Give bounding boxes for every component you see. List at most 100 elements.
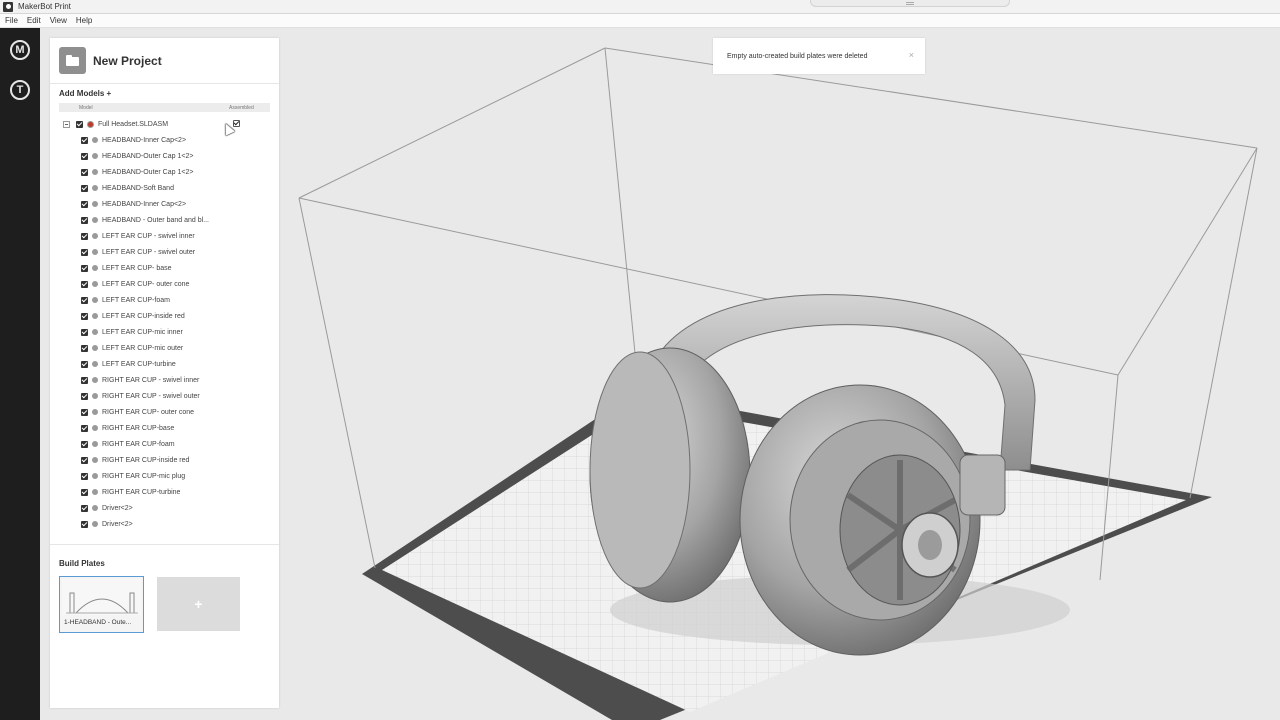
model-list-item[interactable]: HEADBAND - Outer band and bl...: [81, 212, 209, 228]
model-list-item[interactable]: LEFT EAR CUP-turbine: [81, 356, 176, 372]
menu-edit[interactable]: Edit: [27, 16, 41, 25]
model-checkbox[interactable]: [81, 152, 88, 160]
model-name: LEFT EAR CUP-foam: [102, 296, 170, 304]
model-list-item[interactable]: RIGHT EAR CUP-mic plug: [81, 468, 185, 484]
model-list-item[interactable]: HEADBAND-Inner Cap<2>: [81, 196, 186, 212]
assembled-checkbox[interactable]: [233, 120, 240, 127]
add-build-plate-button[interactable]: +: [157, 577, 240, 631]
part-icon: [92, 137, 98, 143]
build-plate-label: 1-HEADBAND - Oute...: [64, 619, 132, 626]
model-checkbox[interactable]: [81, 424, 88, 432]
model-list-item[interactable]: RIGHT EAR CUP-foam: [81, 436, 175, 452]
menu-bar: File Edit View Help: [0, 14, 1280, 28]
model-name: Driver<2>: [102, 520, 133, 528]
model-list-item[interactable]: LEFT EAR CUP-inside red: [81, 308, 185, 324]
model-checkbox[interactable]: [81, 408, 88, 416]
model-checkbox[interactable]: [81, 520, 88, 528]
model-list-item[interactable]: LEFT EAR CUP-mic outer: [81, 340, 183, 356]
model-checkbox[interactable]: [81, 296, 88, 304]
menu-help[interactable]: Help: [76, 16, 92, 25]
model-name: LEFT EAR CUP - swivel inner: [102, 232, 195, 240]
part-icon: [92, 265, 98, 271]
model-list-item[interactable]: Driver<2>: [81, 500, 133, 516]
model-name: LEFT EAR CUP-mic inner: [102, 328, 183, 336]
part-icon: [92, 185, 98, 191]
model-checkbox[interactable]: [81, 264, 88, 272]
model-checkbox[interactable]: [81, 168, 88, 176]
menu-view[interactable]: View: [50, 16, 67, 25]
model-checkbox[interactable]: [81, 200, 88, 208]
model-list-item[interactable]: RIGHT EAR CUP-inside red: [81, 452, 189, 468]
part-icon: [92, 441, 98, 447]
model-checkbox[interactable]: [81, 456, 88, 464]
model-checkbox[interactable]: [81, 280, 88, 288]
build-plates-title: Build Plates: [59, 559, 105, 568]
model-checkbox[interactable]: [81, 136, 88, 144]
thingiverse-icon[interactable]: T: [10, 80, 30, 100]
model-list-item[interactable]: RIGHT EAR CUP- outer cone: [81, 404, 194, 420]
model-checkbox[interactable]: [81, 216, 88, 224]
project-panel: New Project Add Models + Model Assembled…: [50, 38, 279, 708]
build-plate-card[interactable]: 1-HEADBAND - Oute...: [59, 576, 144, 633]
model-list-item[interactable]: HEADBAND-Outer Cap 1<2>: [81, 148, 193, 164]
model-checkbox[interactable]: [81, 360, 88, 368]
model-list-item[interactable]: RIGHT EAR CUP - swivel outer: [81, 388, 200, 404]
model-checkbox[interactable]: [81, 440, 88, 448]
folder-icon[interactable]: [59, 47, 86, 74]
model-checkbox[interactable]: [81, 504, 88, 512]
part-icon: [92, 329, 98, 335]
model-list-item[interactable]: Driver<2>: [81, 516, 133, 532]
model-list-item[interactable]: LEFT EAR CUP - swivel inner: [81, 228, 195, 244]
model-list-item[interactable]: RIGHT EAR CUP-turbine: [81, 484, 180, 500]
model-name: RIGHT EAR CUP-base: [102, 424, 175, 432]
col-assembled: Assembled: [229, 105, 254, 111]
model-checkbox[interactable]: [81, 184, 88, 192]
makerbot-app-icon: [3, 1, 13, 12]
part-icon: [92, 281, 98, 287]
model-list-item[interactable]: LEFT EAR CUP- outer cone: [81, 276, 189, 292]
model-checkbox[interactable]: [81, 312, 88, 320]
part-icon: [92, 233, 98, 239]
model-name: RIGHT EAR CUP-turbine: [102, 488, 181, 496]
part-icon: [92, 473, 98, 479]
build-plate-thumbnail: [62, 579, 141, 615]
part-icon: [92, 521, 98, 527]
model-list-item[interactable]: RIGHT EAR CUP - swivel inner: [81, 372, 199, 388]
model-list-item[interactable]: LEFT EAR CUP-mic inner: [81, 324, 183, 340]
model-list-item[interactable]: LEFT EAR CUP- base: [81, 260, 172, 276]
part-icon: [92, 249, 98, 255]
model-name: LEFT EAR CUP-inside red: [102, 312, 185, 320]
project-title[interactable]: New Project: [93, 54, 162, 68]
model-list-item[interactable]: HEADBAND-Inner Cap<2>: [81, 132, 186, 148]
part-icon: [92, 393, 98, 399]
model-checkbox[interactable]: [81, 376, 88, 384]
model-list-header: Model Assembled: [59, 103, 270, 112]
model-checkbox[interactable]: [81, 232, 88, 240]
model-name: RIGHT EAR CUP-mic plug: [102, 472, 186, 480]
model-name: HEADBAND-Outer Cap 1<2>: [102, 168, 194, 176]
part-icon: [92, 409, 98, 415]
model-checkbox[interactable]: [81, 472, 88, 480]
model-list-item[interactable]: LEFT EAR CUP-foam: [81, 292, 170, 308]
model-checkbox[interactable]: [81, 488, 88, 496]
close-icon[interactable]: ×: [909, 50, 914, 60]
part-icon: [92, 457, 98, 463]
model-checkbox[interactable]: [81, 392, 88, 400]
collapse-icon[interactable]: [63, 120, 70, 128]
root-checkbox[interactable]: [76, 120, 83, 128]
model-list-item[interactable]: HEADBAND-Soft Band: [81, 180, 174, 196]
menu-file[interactable]: File: [5, 16, 18, 25]
makerbot-logo-icon[interactable]: M: [10, 40, 30, 60]
model-checkbox[interactable]: [81, 248, 88, 256]
model-checkbox[interactable]: [81, 328, 88, 336]
model-list-item[interactable]: HEADBAND-Outer Cap 1<2>: [81, 164, 193, 180]
col-model: Model: [79, 105, 93, 111]
add-models-button[interactable]: Add Models +: [59, 89, 111, 98]
model-name: RIGHT EAR CUP - swivel outer: [102, 392, 200, 400]
part-icon: [92, 425, 98, 431]
left-rail: M T: [0, 28, 40, 720]
model-list-item[interactable]: LEFT EAR CUP - swivel outer: [81, 244, 195, 260]
part-icon: [92, 489, 98, 495]
model-list-item[interactable]: RIGHT EAR CUP-base: [81, 420, 174, 436]
model-checkbox[interactable]: [81, 344, 88, 352]
